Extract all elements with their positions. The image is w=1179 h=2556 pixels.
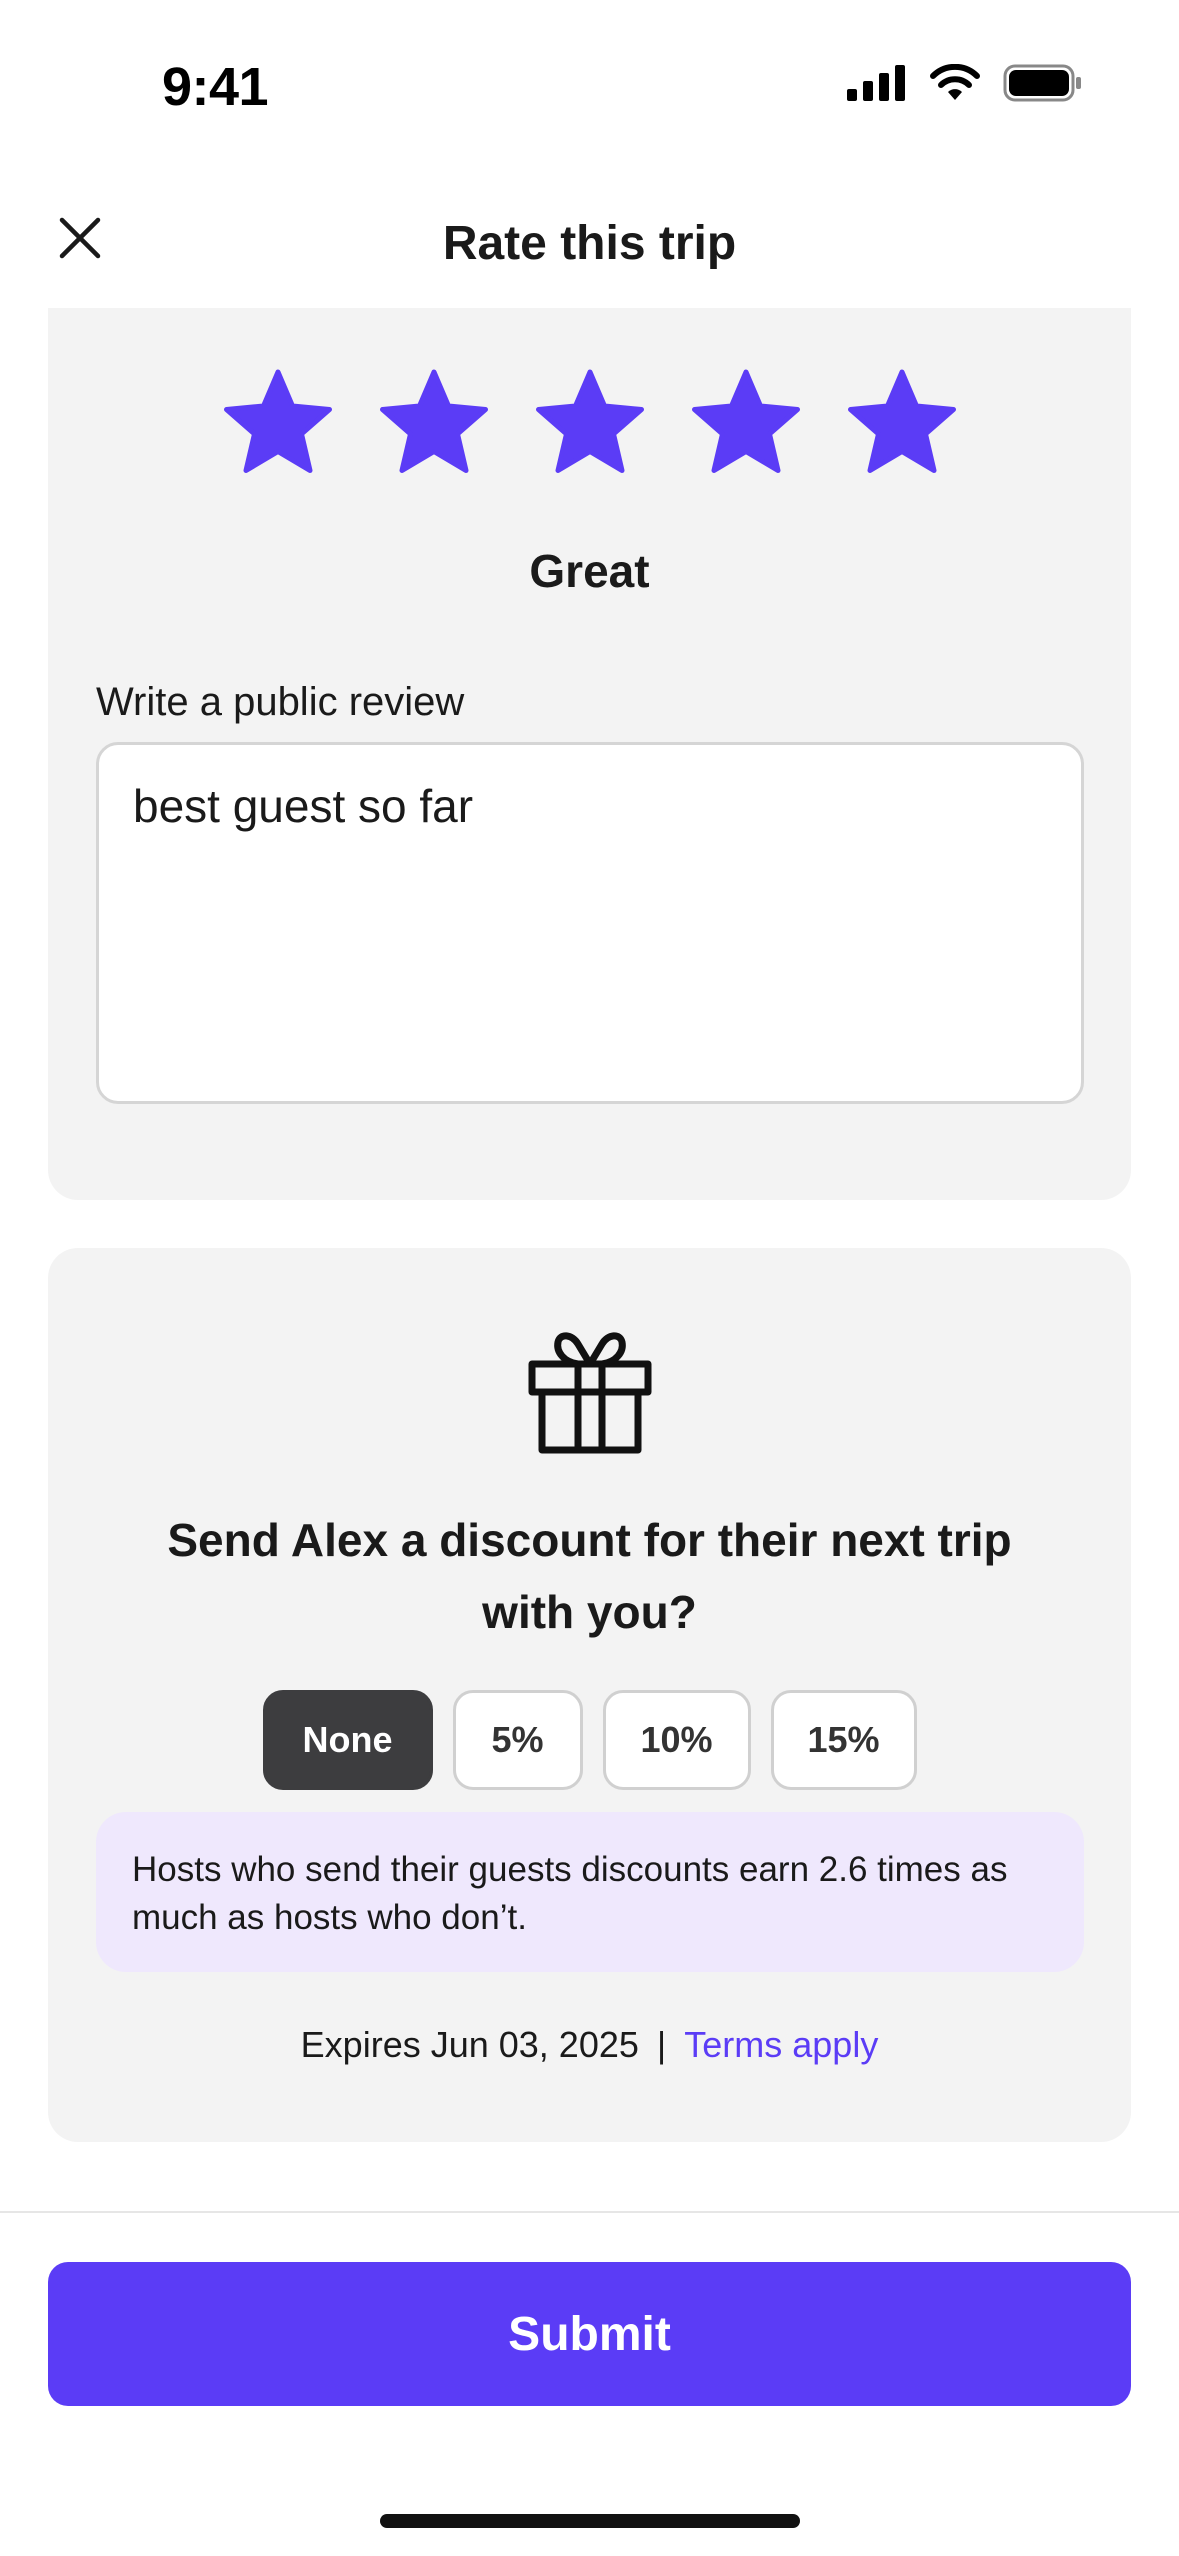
signal-icon — [847, 65, 905, 101]
discount-option-none[interactable]: None — [262, 1690, 433, 1790]
header: Rate this trip — [0, 190, 1179, 300]
battery-icon — [1003, 64, 1081, 102]
rate-trip-screen: 9:41 Rate this trip Great Write a public… — [0, 0, 1179, 2556]
gift-icon — [528, 1332, 652, 1454]
star-icon[interactable] — [842, 364, 962, 484]
rating-label: Great — [529, 545, 650, 597]
home-indicator — [380, 2514, 800, 2528]
status-bar: 9:41 — [0, 0, 1179, 150]
star-rating — [48, 364, 1131, 484]
wifi-icon — [930, 64, 980, 100]
discount-option-10[interactable]: 10% — [602, 1690, 751, 1790]
discount-card: Send Alex a discount for their next trip… — [48, 1248, 1131, 2142]
status-time: 9:41 — [162, 57, 269, 117]
discount-title: Send Alex a discount for their next trip… — [167, 1514, 1012, 1638]
status-icons — [847, 64, 1083, 102]
discount-option-5[interactable]: 5% — [452, 1690, 583, 1790]
star-icon[interactable] — [374, 364, 494, 484]
star-icon[interactable] — [218, 364, 338, 484]
separator: | — [656, 2024, 667, 2065]
expires-text: Expires Jun 03, 2025 — [300, 2024, 639, 2065]
expires-row: Expires Jun 03, 2025 | Terms apply — [48, 2024, 1131, 2066]
discount-options: None 5% 10% 15% — [48, 1690, 1131, 1790]
review-input[interactable]: best guest so far — [96, 742, 1084, 1104]
footer-divider — [0, 2211, 1179, 2213]
terms-link[interactable]: Terms apply — [684, 2024, 878, 2065]
submit-button[interactable]: Submit — [48, 2262, 1131, 2406]
discount-info: Hosts who send their guests discounts ea… — [96, 1812, 1084, 1972]
star-icon[interactable] — [530, 364, 650, 484]
rating-card: Great Write a public review best guest s… — [48, 308, 1131, 1200]
review-label: Write a public review — [96, 680, 465, 724]
discount-option-15[interactable]: 15% — [770, 1690, 917, 1790]
star-icon[interactable] — [686, 364, 806, 484]
page-title: Rate this trip — [442, 217, 737, 270]
